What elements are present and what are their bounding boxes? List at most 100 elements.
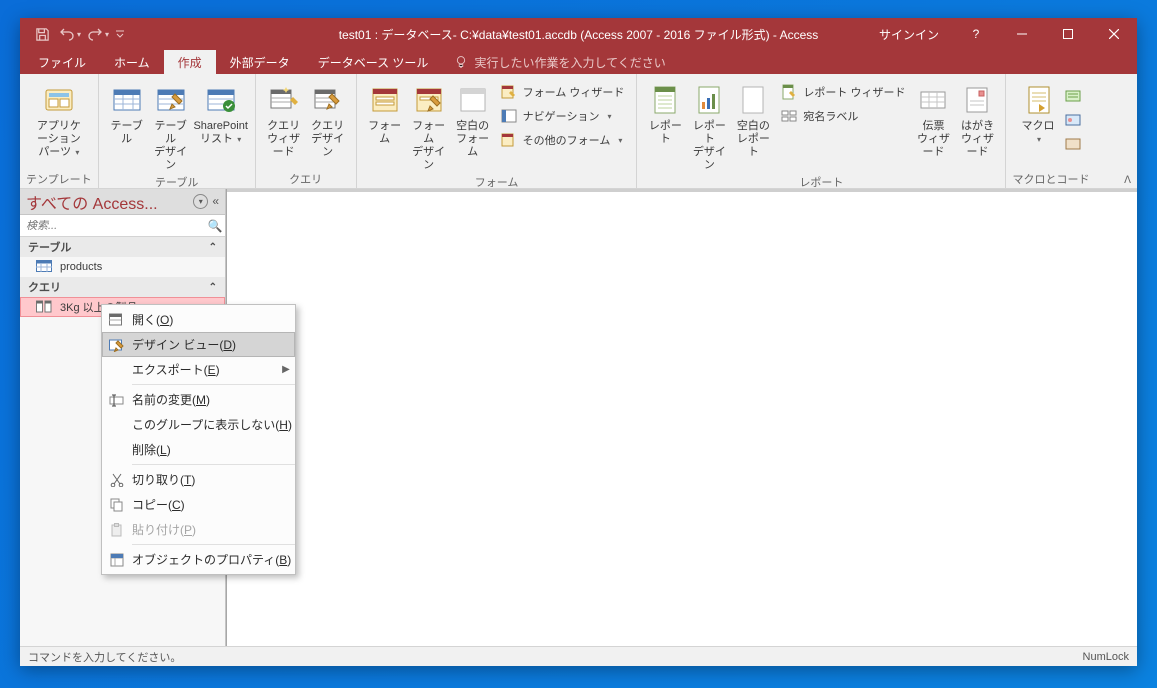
blank-form-icon xyxy=(457,84,489,116)
tab-external-data[interactable]: 外部データ xyxy=(216,50,304,74)
blank-report-icon xyxy=(737,84,769,116)
lightbulb-icon xyxy=(454,55,468,69)
ribbon-tabs: ファイル ホーム 作成 外部データ データベース ツール 実行したい作業を入力し… xyxy=(20,50,1137,74)
tab-home[interactable]: ホーム xyxy=(100,50,164,74)
cm-design-view[interactable]: デザイン ビュー(D) xyxy=(102,332,295,357)
search-input[interactable] xyxy=(20,220,205,232)
ribbon: アプリケーションパーツ ▾ テンプレート テーブル テーブルデザイン Share… xyxy=(20,74,1137,189)
report-wizard-button[interactable]: レポート ウィザード xyxy=(775,80,911,104)
other-forms-icon xyxy=(501,132,517,148)
tab-database-tools[interactable]: データベース ツール xyxy=(304,50,443,74)
collapse-ribbon-icon[interactable]: ᐱ xyxy=(1124,175,1131,186)
help-button[interactable]: ? xyxy=(953,18,999,50)
application-parts-button[interactable]: アプリケーションパーツ ▾ xyxy=(31,78,87,161)
labels-button[interactable]: 宛名ラベル xyxy=(775,104,911,128)
query-design-button[interactable]: クエリデザイン xyxy=(306,78,350,161)
table-button[interactable]: テーブル xyxy=(105,78,149,148)
search-icon[interactable]: 🔍 xyxy=(205,219,225,233)
status-message: コマンドを入力してください。 xyxy=(28,649,181,665)
tell-me-search[interactable]: 実行したい作業を入力してください xyxy=(442,50,677,74)
save-icon[interactable] xyxy=(28,20,56,48)
cut-icon xyxy=(102,473,132,487)
ribbon-group-forms: フォーム フォームデザイン 空白のフォーム フォーム ウィザード ナビゲーション… xyxy=(357,74,638,188)
navpane-header[interactable]: すべての Access... ▾« xyxy=(20,189,225,215)
titlebar: ▾ ▾ test01 : データベース- C:¥data¥test01.accd… xyxy=(20,18,1137,50)
application-parts-icon xyxy=(43,84,75,116)
tab-file[interactable]: ファイル xyxy=(24,50,100,74)
form-button[interactable]: フォーム xyxy=(363,78,407,148)
cm-export[interactable]: エクスポート(E)▶ xyxy=(102,357,295,382)
properties-icon xyxy=(102,553,132,567)
navgroup-queries-header[interactable]: クエリ⌃ xyxy=(20,277,225,297)
module-button[interactable] xyxy=(1061,84,1085,108)
table-design-button[interactable]: テーブルデザイン xyxy=(149,78,193,174)
qat-customize-icon[interactable] xyxy=(112,20,128,48)
query-wizard-icon xyxy=(268,84,300,116)
other-forms-button[interactable]: その他のフォーム▾ xyxy=(495,128,631,152)
ribbon-group-tables: テーブル テーブルデザイン SharePointリスト ▾ テーブル xyxy=(99,74,256,188)
report-button[interactable]: レポート xyxy=(643,78,687,148)
ribbon-group-reports: レポート レポートデザイン 空白のレポート レポート ウィザード 宛名ラベル 伝… xyxy=(637,74,1006,188)
module-icon xyxy=(1065,88,1081,104)
report-design-icon xyxy=(693,84,725,116)
cm-open[interactable]: 開く(O) xyxy=(102,307,295,332)
design-view-icon xyxy=(102,338,132,352)
tab-create[interactable]: 作成 xyxy=(164,50,216,74)
paste-icon xyxy=(102,523,132,537)
cm-paste: 貼り付け(P) xyxy=(102,517,295,542)
nav-item-table[interactable]: products xyxy=(20,257,225,277)
ribbon-group-queries: クエリウィザード クエリデザイン クエリ xyxy=(256,74,357,188)
copy-icon xyxy=(102,498,132,512)
navpane-search[interactable]: 🔍 xyxy=(20,215,225,237)
signin-link[interactable]: サインイン xyxy=(865,26,953,43)
sharepoint-list-button[interactable]: SharePointリスト ▾ xyxy=(193,78,249,148)
ribbon-group-macros: マクロ ▾ マクロとコード xyxy=(1006,74,1095,188)
ribbon-group-templates: アプリケーションパーツ ▾ テンプレート xyxy=(20,74,99,188)
navigation-button[interactable]: ナビゲーション▾ xyxy=(495,104,631,128)
numlock-indicator: NumLock xyxy=(1083,651,1129,663)
cm-cut[interactable]: 切り取り(T) xyxy=(102,467,295,492)
cm-rename[interactable]: 名前の変更(M) xyxy=(102,387,295,412)
form-wizard-icon xyxy=(501,84,517,100)
table-item-icon xyxy=(36,260,52,274)
blank-report-button[interactable]: 空白のレポート xyxy=(731,78,775,161)
macro-button[interactable]: マクロ ▾ xyxy=(1017,78,1061,148)
shutter-collapse-icon[interactable]: « xyxy=(212,194,219,209)
navgroup-tables-header[interactable]: テーブル⌃ xyxy=(20,237,225,257)
cm-copy[interactable]: コピー(C) xyxy=(102,492,295,517)
open-icon xyxy=(102,313,132,327)
postcard-wizard-button[interactable]: はがきウィザード xyxy=(955,78,999,161)
navpane-menu-icon[interactable]: ▾ xyxy=(193,194,208,209)
form-wizard-button[interactable]: フォーム ウィザード xyxy=(495,80,631,104)
cm-delete[interactable]: 削除(L) xyxy=(102,437,295,462)
context-menu: 開く(O) デザイン ビュー(D) エクスポート(E)▶ 名前の変更(M) この… xyxy=(101,304,296,575)
cm-properties[interactable]: オブジェクトのプロパティ(B) xyxy=(102,547,295,572)
cm-hide-group[interactable]: このグループに表示しない(H) xyxy=(102,412,295,437)
voucher-icon xyxy=(917,84,949,116)
rename-icon xyxy=(102,393,132,407)
close-button[interactable] xyxy=(1091,18,1137,50)
voucher-wizard-button[interactable]: 伝票ウィザード xyxy=(911,78,955,161)
table-design-icon xyxy=(155,84,187,116)
class-module-icon xyxy=(1065,112,1081,128)
undo-icon[interactable]: ▾ xyxy=(56,20,84,48)
form-icon xyxy=(369,84,401,116)
sharepoint-icon xyxy=(205,84,237,116)
workspace xyxy=(226,189,1137,646)
report-wizard-icon xyxy=(781,84,797,100)
query-item-icon xyxy=(36,300,52,314)
visual-basic-button[interactable] xyxy=(1061,132,1085,156)
minimize-button[interactable] xyxy=(999,18,1045,50)
blank-form-button[interactable]: 空白のフォーム xyxy=(451,78,495,161)
redo-icon[interactable]: ▾ xyxy=(84,20,112,48)
submenu-arrow-icon: ▶ xyxy=(277,364,295,375)
form-design-icon xyxy=(413,84,445,116)
report-design-button[interactable]: レポートデザイン xyxy=(687,78,731,174)
class-module-button[interactable] xyxy=(1061,108,1085,132)
query-design-icon xyxy=(312,84,344,116)
navigation-icon xyxy=(501,108,517,124)
query-wizard-button[interactable]: クエリウィザード xyxy=(262,78,306,161)
form-design-button[interactable]: フォームデザイン xyxy=(407,78,451,174)
maximize-button[interactable] xyxy=(1045,18,1091,50)
statusbar: コマンドを入力してください。 NumLock xyxy=(20,646,1137,666)
